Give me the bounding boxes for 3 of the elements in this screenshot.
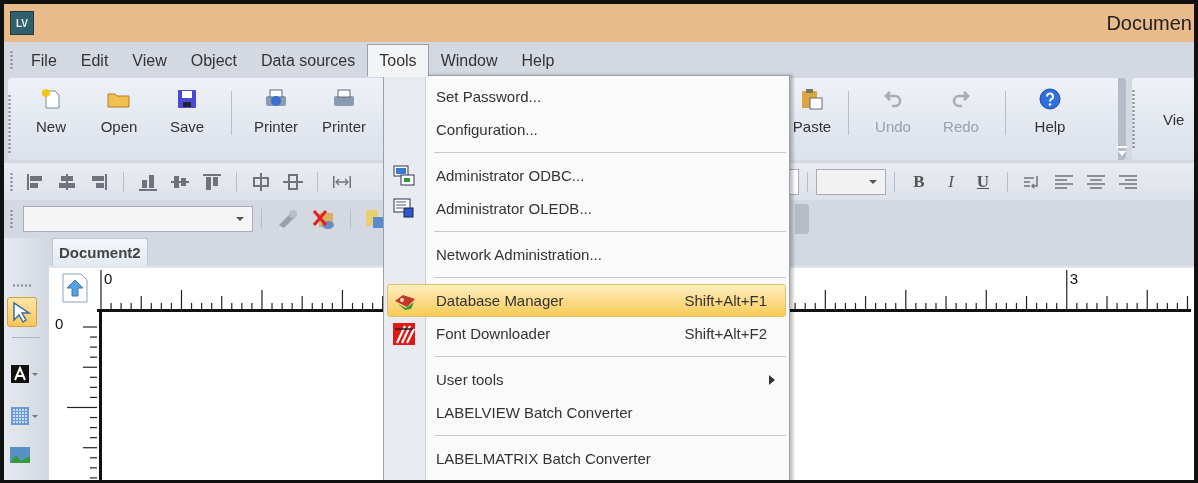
window-title: Documen — [1106, 11, 1192, 35]
app-logo: LV — [10, 11, 34, 35]
vertical-ruler: 0 — [49, 311, 99, 480]
